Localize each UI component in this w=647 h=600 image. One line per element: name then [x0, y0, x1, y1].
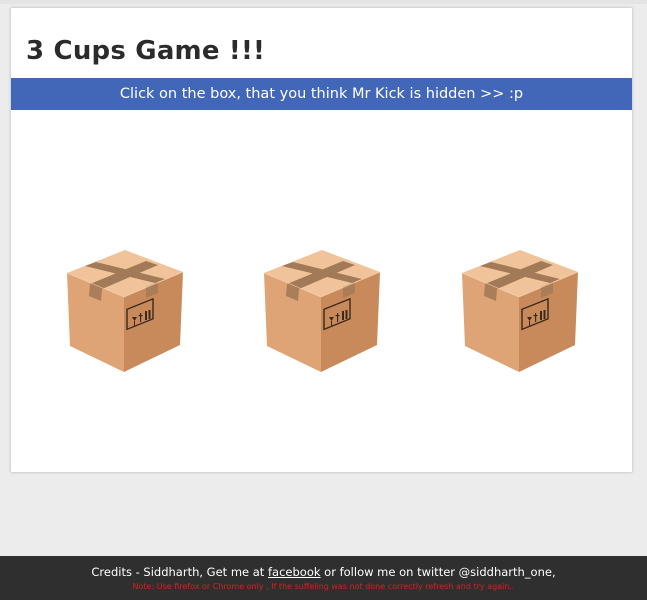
browser-note: Note: Use firefox or Chrome only , If th… [132, 582, 515, 591]
game-card: 3 Cups Game !!! Click on the box, that y… [11, 8, 632, 472]
box-3[interactable] [461, 250, 579, 372]
page-title: 3 Cups Game !!! [26, 36, 266, 66]
cardboard-box-icon [263, 250, 381, 372]
instruction-banner: Click on the box, that you think Mr Kick… [11, 78, 632, 110]
credits-suffix: or follow me on twitter @siddharth_one, [320, 565, 556, 579]
facebook-link[interactable]: facebook [268, 565, 321, 579]
page: 3 Cups Game !!! Click on the box, that y… [0, 0, 647, 600]
footer: Credits - Siddharth, Get me at facebook … [0, 556, 647, 600]
cardboard-box-icon [461, 250, 579, 372]
top-strip [0, 0, 647, 4]
box-1[interactable] [66, 250, 184, 372]
box-2[interactable] [263, 250, 381, 372]
credits-line: Credits - Siddharth, Get me at facebook … [0, 565, 647, 579]
credits-prefix: Credits - Siddharth, Get me at [91, 565, 268, 579]
cardboard-box-icon [66, 250, 184, 372]
